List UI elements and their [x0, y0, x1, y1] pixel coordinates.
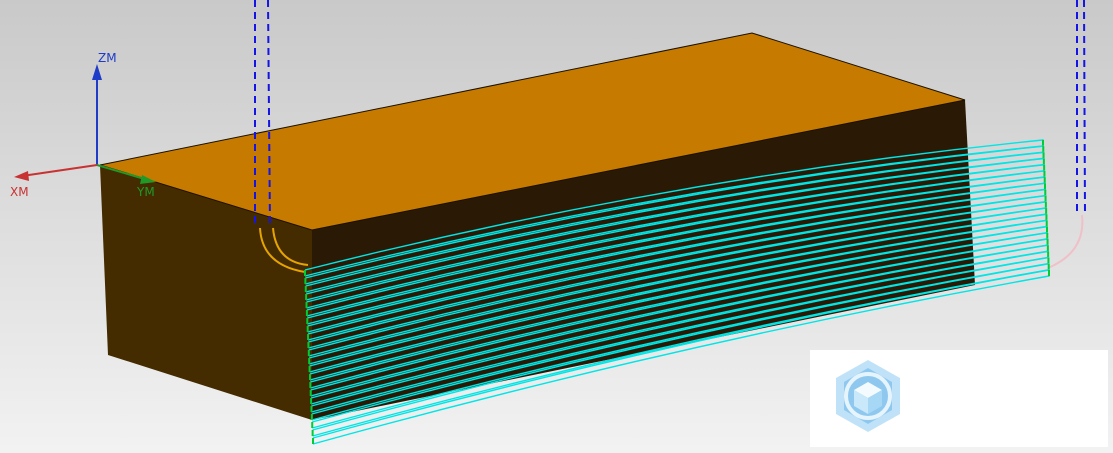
cube-logo-icon	[836, 360, 900, 432]
z-axis-label: ZM	[98, 51, 117, 65]
x-axis	[21, 164, 98, 177]
x-axis-arrow-icon	[14, 171, 29, 181]
work-coordinate-system[interactable]: ZM XM YM	[10, 51, 156, 199]
x-axis-label: XM	[10, 185, 29, 199]
approach-line	[1083, 0, 1086, 216]
lead-out-arc	[1047, 214, 1084, 269]
graphics-viewport[interactable]: ZM XM YM	[0, 0, 1113, 453]
y-axis-label: YM	[136, 185, 155, 199]
z-axis-arrow-icon	[92, 64, 102, 80]
watermark-panel	[810, 350, 1108, 447]
